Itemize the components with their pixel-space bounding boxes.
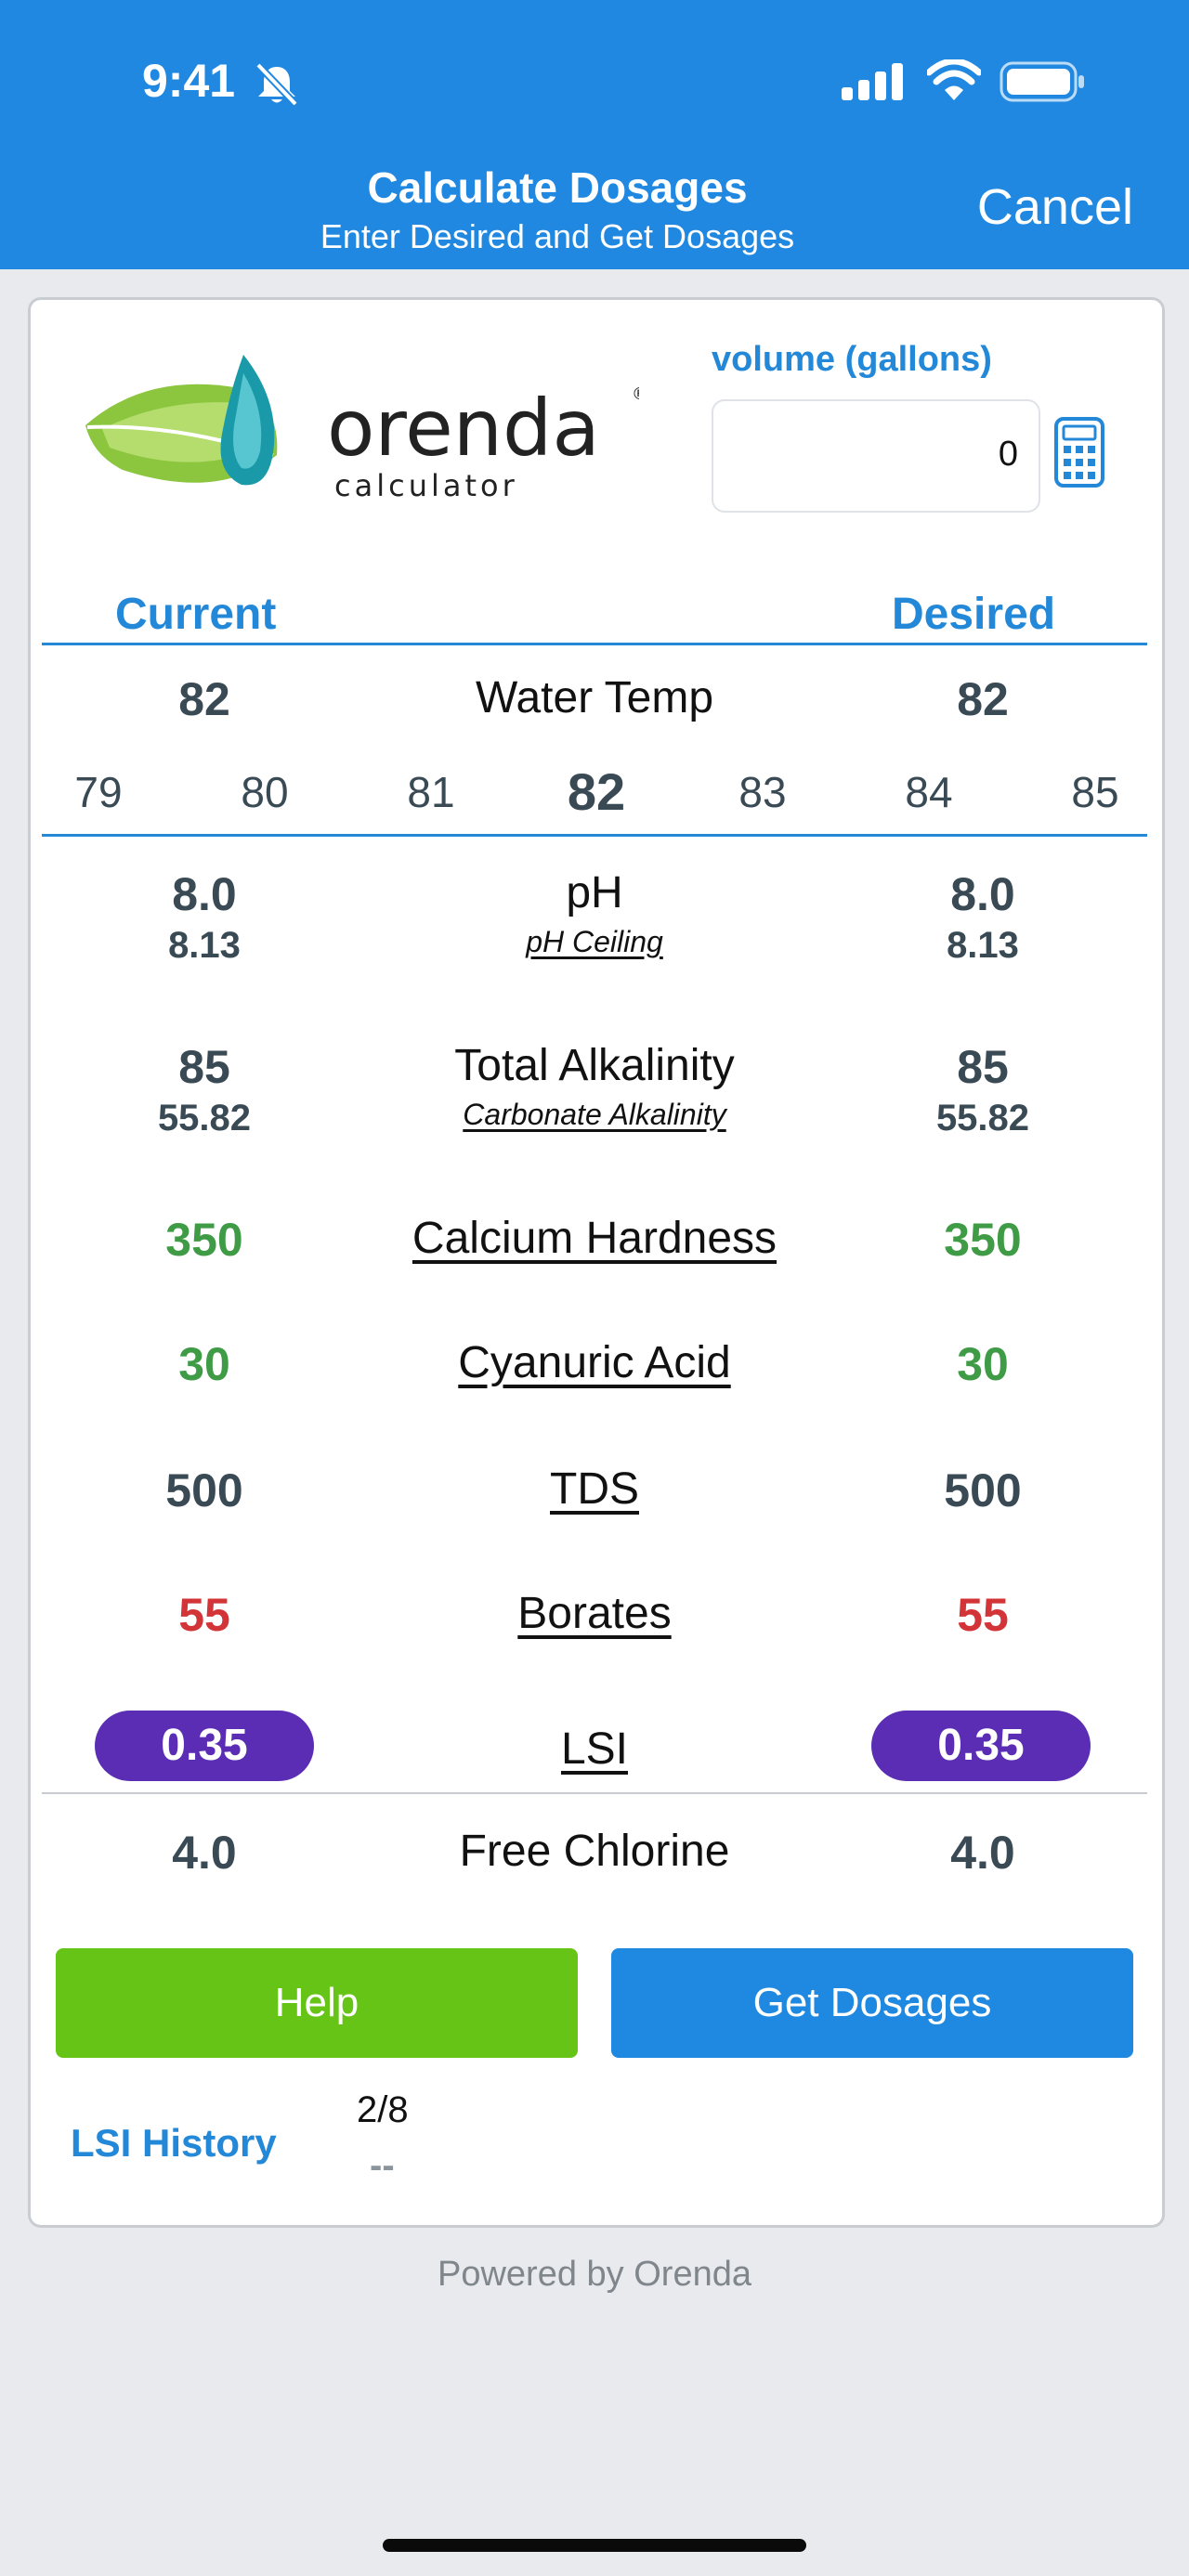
water-temp-label: Water Temp — [475, 673, 714, 722]
get-dosages-button[interactable]: Get Dosages — [611, 1948, 1133, 2058]
volume-input[interactable]: 0 — [712, 399, 1040, 513]
carbonate-alkalinity-current: 55.82 — [157, 1098, 252, 1138]
ph-current[interactable]: 8.0 — [65, 867, 344, 921]
lsi-divider — [42, 1792, 1147, 1794]
desired-column-header: Desired — [892, 590, 1056, 639]
ph-desired-ceiling: 8.13 — [947, 925, 1019, 966]
temp-option[interactable]: 79 — [43, 767, 154, 817]
svg-text:orenda: orenda — [327, 383, 600, 474]
powered-by-footer: Powered by Orenda — [438, 2255, 751, 2294]
ph-current-ceiling: 8.13 — [168, 925, 241, 966]
help-button[interactable]: Help — [56, 1948, 578, 2058]
temp-divider — [42, 834, 1147, 837]
chlorine-current[interactable]: 4.0 — [65, 1826, 344, 1880]
temp-option[interactable]: 80 — [209, 767, 320, 817]
cellular-signal-icon — [842, 63, 903, 100]
water-temp-current[interactable]: 82 — [65, 672, 344, 726]
carbonate-alkalinity-desired: 55.82 — [935, 1098, 1030, 1138]
temp-option-selected[interactable]: 82 — [541, 761, 652, 822]
lsi-history-date: 2/8 — [357, 2089, 409, 2130]
temp-option[interactable]: 84 — [873, 767, 985, 817]
lsi-history-link[interactable]: LSI History — [71, 2121, 277, 2166]
cancel-button[interactable]: Cancel — [977, 178, 1133, 236]
temp-option[interactable]: 85 — [1039, 767, 1151, 817]
battery-icon — [1000, 61, 1084, 102]
volume-value: 0 — [998, 435, 1018, 474]
cya-desired[interactable]: 30 — [843, 1337, 1122, 1391]
svg-text:®: ® — [632, 384, 639, 404]
alkalinity-label: Total Alkalinity — [454, 1041, 735, 1090]
page-subtitle: Enter Desired and Get Dosages — [320, 217, 795, 255]
lsi-current-badge: 0.35 — [95, 1711, 314, 1781]
header-divider — [42, 643, 1147, 645]
ph-desired[interactable]: 8.0 — [843, 867, 1122, 921]
cya-current[interactable]: 30 — [65, 1337, 344, 1391]
wifi-icon — [927, 59, 981, 100]
ph-ceiling-link[interactable]: pH Ceiling — [316, 925, 873, 959]
tds-link[interactable]: TDS — [316, 1464, 873, 1515]
calcium-current[interactable]: 350 — [65, 1213, 344, 1267]
ph-label: pH — [566, 868, 623, 917]
temp-option[interactable]: 83 — [707, 767, 818, 817]
tds-desired[interactable]: 500 — [843, 1464, 1122, 1517]
alkalinity-desired[interactable]: 85 — [843, 1040, 1122, 1094]
water-temp-desired[interactable]: 82 — [843, 672, 1122, 726]
calculator-icon[interactable] — [1053, 416, 1105, 488]
temp-option[interactable]: 81 — [375, 767, 487, 817]
nav-bar: 9:41 Calculate Dosages Enter Desired and… — [0, 0, 1189, 269]
lsi-history-value: -- — [370, 2145, 395, 2186]
chlorine-desired[interactable]: 4.0 — [843, 1826, 1122, 1880]
cyanuric-acid-link[interactable]: Cyanuric Acid — [316, 1337, 873, 1388]
borates-current[interactable]: 55 — [65, 1588, 344, 1642]
current-column-header: Current — [115, 590, 277, 639]
page-title: Calculate Dosages — [367, 163, 748, 212]
svg-text:calculator: calculator — [334, 468, 518, 503]
borates-link[interactable]: Borates — [316, 1588, 873, 1639]
orenda-logo: orenda ® calculator — [85, 355, 639, 503]
carbonate-alkalinity-link[interactable]: Carbonate Alkalinity — [316, 1098, 873, 1132]
volume-label: volume (gallons) — [712, 340, 992, 379]
tds-current[interactable]: 500 — [65, 1464, 344, 1517]
status-time: 9:41 — [142, 55, 236, 107]
alkalinity-current[interactable]: 85 — [65, 1040, 344, 1094]
calcium-hardness-link[interactable]: Calcium Hardness — [316, 1213, 873, 1264]
bell-off-icon — [255, 62, 298, 106]
free-chlorine-label: Free Chlorine — [459, 1827, 730, 1876]
lsi-desired-badge: 0.35 — [871, 1711, 1091, 1781]
home-indicator[interactable] — [383, 2539, 806, 2552]
borates-desired[interactable]: 55 — [843, 1588, 1122, 1642]
calcium-desired[interactable]: 350 — [843, 1213, 1122, 1267]
lsi-link[interactable]: LSI — [316, 1724, 873, 1775]
